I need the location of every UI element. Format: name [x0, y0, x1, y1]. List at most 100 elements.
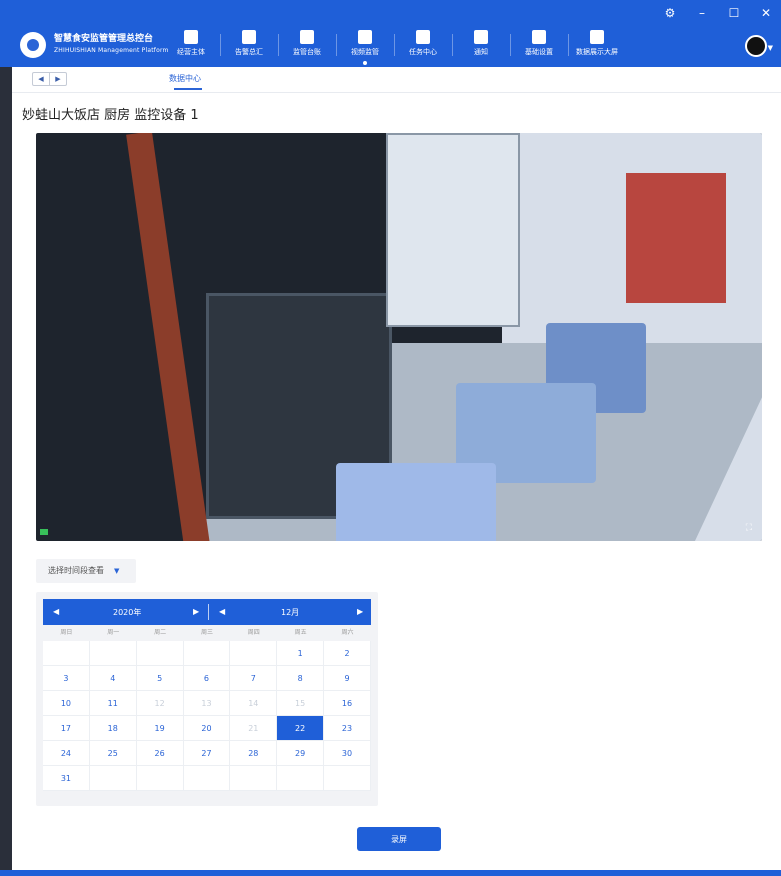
nav-item-business[interactable]: 经营主体: [162, 30, 220, 57]
calendar-empty-cell: [230, 641, 278, 666]
calendar-day[interactable]: 30: [324, 741, 371, 766]
calendar-day[interactable]: 26: [136, 741, 184, 766]
nav-item-alarms[interactable]: 告警总汇: [220, 30, 278, 57]
calendar-header: ◀ 2020年 ▶ ◀ 12月 ▶: [43, 599, 371, 625]
calendar-day[interactable]: 11: [89, 691, 137, 716]
feed-red-panel: [626, 173, 726, 303]
year-label: 2020年: [113, 608, 142, 617]
next-year-button[interactable]: ▶: [193, 607, 199, 616]
calendar-day: 21: [230, 716, 278, 741]
calendar-empty-cell: [277, 766, 325, 791]
ledger-icon: [300, 30, 314, 44]
maximize-icon[interactable]: ☐: [727, 6, 741, 20]
close-icon[interactable]: ✕: [759, 6, 773, 20]
calendar-day[interactable]: 25: [89, 741, 137, 766]
month-label: 12月: [281, 608, 300, 617]
next-month-button[interactable]: ▶: [357, 607, 363, 616]
nav-item-video[interactable]: 视频监管: [336, 30, 394, 65]
calendar-day[interactable]: 4: [89, 666, 137, 691]
tab-bar: ◀ ▶ 数据中心: [12, 67, 781, 93]
calendar-empty-cell: [183, 766, 231, 791]
nav-item-dashboard[interactable]: 数据展示大屏: [568, 30, 626, 57]
nav-item-settings[interactable]: 基础设置: [510, 30, 568, 57]
calendar-day[interactable]: 18: [89, 716, 137, 741]
logo-icon: [20, 32, 46, 58]
time-range-label: 选择时间段查看: [48, 566, 104, 575]
feed-pipe: [126, 133, 211, 541]
fullscreen-icon[interactable]: ⛶: [746, 523, 752, 533]
calendar-day[interactable]: 2: [324, 641, 371, 666]
page-title: 妙蛙山大饭店 厨房 监控设备 1: [22, 108, 199, 123]
building-icon: [184, 30, 198, 44]
weekday-header: 周三: [183, 625, 231, 641]
top-header: ⚙ – ☐ ✕ 智慧食安监管管理总控台 ZHIHUISHIAN Manageme…: [0, 0, 781, 67]
main-nav: 经营主体 告警总汇 监管台账 视频监管 任务中心 通知 基础设置 数据展示大屏: [162, 30, 626, 65]
calendar-day[interactable]: 23: [324, 716, 371, 741]
feed-status-icon: [40, 529, 48, 535]
calendar-day: 12: [136, 691, 184, 716]
forward-arrow-icon[interactable]: ▶: [49, 73, 66, 85]
calendar-day[interactable]: 31: [43, 766, 90, 791]
left-strip: [0, 0, 12, 876]
calendar-day[interactable]: 7: [230, 666, 278, 691]
screen-icon: [590, 30, 604, 44]
tab-data-center[interactable]: 数据中心: [169, 73, 201, 84]
tab-nav-arrows: ◀ ▶: [32, 72, 67, 86]
calendar-empty-cell: [89, 766, 137, 791]
minimize-icon[interactable]: –: [695, 6, 709, 20]
camera-feed[interactable]: ⛶: [36, 133, 762, 541]
calendar-day: 15: [277, 691, 325, 716]
record-button[interactable]: 录屏: [357, 827, 441, 851]
bottom-bar: [0, 870, 781, 876]
calendar-day[interactable]: 6: [183, 666, 231, 691]
calendar-day[interactable]: 9: [324, 666, 371, 691]
nav-item-notify[interactable]: 通知: [452, 30, 510, 57]
calendar-day: 13: [183, 691, 231, 716]
calendar-empty-cell: [230, 766, 278, 791]
calendar-day[interactable]: 16: [324, 691, 371, 716]
settings-icon[interactable]: ⚙: [663, 6, 677, 20]
avatar[interactable]: [745, 35, 767, 57]
nav-item-tasks[interactable]: 任务中心: [394, 30, 452, 57]
calendar-day[interactable]: 22: [277, 716, 325, 741]
chevron-down-icon: ▼: [114, 567, 120, 575]
brand-name-en: ZHIHUISHIAN Management Platform: [54, 47, 169, 54]
calendar-empty-cell: [89, 641, 137, 666]
calendar-empty-cell: [136, 766, 184, 791]
calendar-empty-cell: [324, 766, 371, 791]
calendar-day[interactable]: 17: [43, 716, 90, 741]
calendar-day[interactable]: 28: [230, 741, 278, 766]
clipboard-icon: [416, 30, 430, 44]
calendar-empty-cell: [183, 641, 231, 666]
header-divider: [208, 604, 209, 620]
chat-icon: [474, 30, 488, 44]
calendar-day[interactable]: 10: [43, 691, 90, 716]
feed-bin: [336, 463, 496, 541]
calendar-day[interactable]: 8: [277, 666, 325, 691]
nav-item-ledger[interactable]: 监管台账: [278, 30, 336, 57]
calendar-day[interactable]: 5: [136, 666, 184, 691]
time-range-select[interactable]: 选择时间段查看 ▼: [36, 559, 136, 583]
prev-month-button[interactable]: ◀: [219, 607, 225, 616]
window-controls: ⚙ – ☐ ✕: [663, 6, 773, 20]
calendar-day[interactable]: 1: [277, 641, 325, 666]
tab-active-indicator: [174, 88, 202, 90]
calendar-empty-cell: [43, 641, 90, 666]
prev-year-button[interactable]: ◀: [53, 607, 59, 616]
calendar-day[interactable]: 3: [43, 666, 90, 691]
weekday-header: 周一: [89, 625, 137, 641]
video-flag-icon: [358, 30, 372, 44]
calendar-day[interactable]: 20: [183, 716, 231, 741]
feed-crates: [386, 133, 520, 327]
weekday-header: 周六: [324, 625, 371, 641]
chevron-down-icon[interactable]: ▼: [768, 44, 773, 52]
back-arrow-icon[interactable]: ◀: [33, 73, 49, 85]
calendar-day[interactable]: 27: [183, 741, 231, 766]
gear-icon: [532, 30, 546, 44]
alarm-icon: [242, 30, 256, 44]
weekday-header: 周四: [230, 625, 278, 641]
calendar-day[interactable]: 24: [43, 741, 90, 766]
calendar-day[interactable]: 29: [277, 741, 325, 766]
brand: 智慧食安监管管理总控台 ZHIHUISHIAN Management Platf…: [20, 32, 169, 58]
calendar-day[interactable]: 19: [136, 716, 184, 741]
